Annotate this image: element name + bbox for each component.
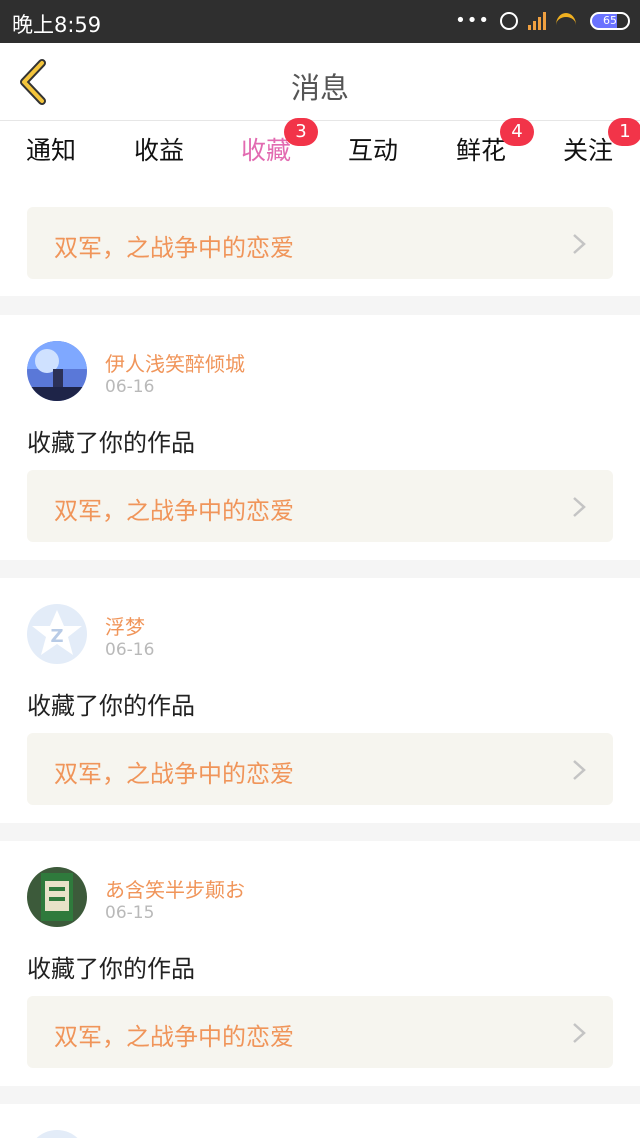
chevron-right-icon bbox=[573, 1023, 586, 1043]
action-text: 收藏了你的作品 bbox=[27, 429, 195, 457]
status-time: 晚上8:59 bbox=[12, 13, 102, 37]
battery-icon: 65 bbox=[590, 11, 630, 30]
page-title: 消息 bbox=[290, 71, 349, 105]
svg-text:Z: Z bbox=[50, 626, 63, 647]
favorite-card: 伊人浅笑醉倾城 06-16 收藏了你的作品 双军，之战争中的恋爱 bbox=[0, 315, 640, 560]
work-title: 双军，之战争中的恋爱 bbox=[54, 760, 294, 788]
avatar[interactable] bbox=[27, 341, 87, 401]
signal-icon bbox=[528, 11, 546, 30]
tab-follow[interactable]: 关注 1 bbox=[563, 118, 640, 167]
tab-label: 互动 bbox=[348, 136, 399, 165]
date: 06-16 bbox=[105, 640, 155, 660]
tab-bar: 通知 收益 收藏 3 互动 鲜花 4 关注 1 bbox=[0, 118, 640, 185]
avatar[interactable] bbox=[27, 867, 87, 927]
date: 06-15 bbox=[105, 903, 155, 923]
work-link[interactable]: 双军，之战争中的恋爱 bbox=[27, 470, 613, 542]
status-icons: ••• 65 bbox=[455, 10, 630, 31]
message-feed[interactable]: 双军，之战争中的恋爱 伊人浅笑醉倾城 06-16 收藏了你的作品 双军，之战争中… bbox=[0, 181, 640, 1138]
tab-flowers[interactable]: 鲜花 4 bbox=[456, 118, 534, 167]
tab-label: 通知 bbox=[26, 136, 77, 165]
more-dots-icon: ••• bbox=[455, 10, 490, 31]
wifi-icon bbox=[556, 12, 580, 29]
username[interactable]: あ含笑半步颠お bbox=[105, 874, 245, 903]
chevron-right-icon bbox=[573, 234, 586, 254]
tab-label: 收益 bbox=[134, 136, 185, 165]
chevron-right-icon bbox=[573, 760, 586, 780]
action-text: 收藏了你的作品 bbox=[27, 955, 195, 983]
avatar[interactable]: Z bbox=[27, 604, 87, 664]
username[interactable]: 浮梦 bbox=[105, 611, 145, 640]
chevron-right-icon bbox=[573, 497, 586, 517]
tab-label: 收藏 bbox=[241, 136, 292, 165]
favorite-card: Z 浮梦 06-16 收藏了你的作品 双军，之战争中的恋爱 bbox=[0, 578, 640, 823]
work-link[interactable]: 双军，之战争中的恋爱 bbox=[27, 996, 613, 1068]
date: 06-16 bbox=[105, 377, 155, 397]
favorite-card: あ含笑半步颠お 06-15 收藏了你的作品 双军，之战争中的恋爱 bbox=[0, 841, 640, 1086]
username[interactable]: 伊人浅笑醉倾城 bbox=[105, 348, 245, 377]
favorite-card-partial: 双军，之战争中的恋爱 bbox=[0, 181, 640, 296]
work-title: 双军，之战争中的恋爱 bbox=[54, 497, 294, 525]
tab-label: 鲜花 bbox=[456, 136, 507, 165]
tab-label: 关注 bbox=[563, 136, 614, 165]
action-text: 收藏了你的作品 bbox=[27, 692, 195, 720]
tab-earnings[interactable]: 收益 bbox=[134, 131, 184, 167]
status-bar: 晚上8:59 ••• 65 bbox=[0, 0, 640, 43]
header: 消息 bbox=[0, 43, 640, 121]
battery-level: 65 bbox=[603, 14, 617, 27]
tab-badge: 4 bbox=[500, 118, 534, 146]
favorite-card-partial bbox=[0, 1104, 640, 1138]
work-title: 双军，之战争中的恋爱 bbox=[54, 1023, 294, 1051]
tab-badge: 1 bbox=[608, 118, 640, 146]
tab-notice[interactable]: 通知 bbox=[26, 131, 76, 167]
alarm-icon bbox=[500, 11, 518, 30]
default-z-avatar-image: Z bbox=[32, 610, 82, 655]
tab-badge: 3 bbox=[284, 118, 318, 146]
work-link[interactable]: 双军，之战争中的恋爱 bbox=[27, 207, 613, 279]
work-title: 双军，之战争中的恋爱 bbox=[54, 234, 294, 262]
green-label-avatar-image bbox=[27, 867, 87, 927]
work-link[interactable]: 双军，之战争中的恋爱 bbox=[27, 733, 613, 805]
avatar[interactable] bbox=[27, 1130, 87, 1138]
anime-avatar-image bbox=[27, 341, 87, 401]
tab-interaction[interactable]: 互动 bbox=[348, 131, 398, 167]
tab-favorites[interactable]: 收藏 3 bbox=[241, 118, 318, 185]
